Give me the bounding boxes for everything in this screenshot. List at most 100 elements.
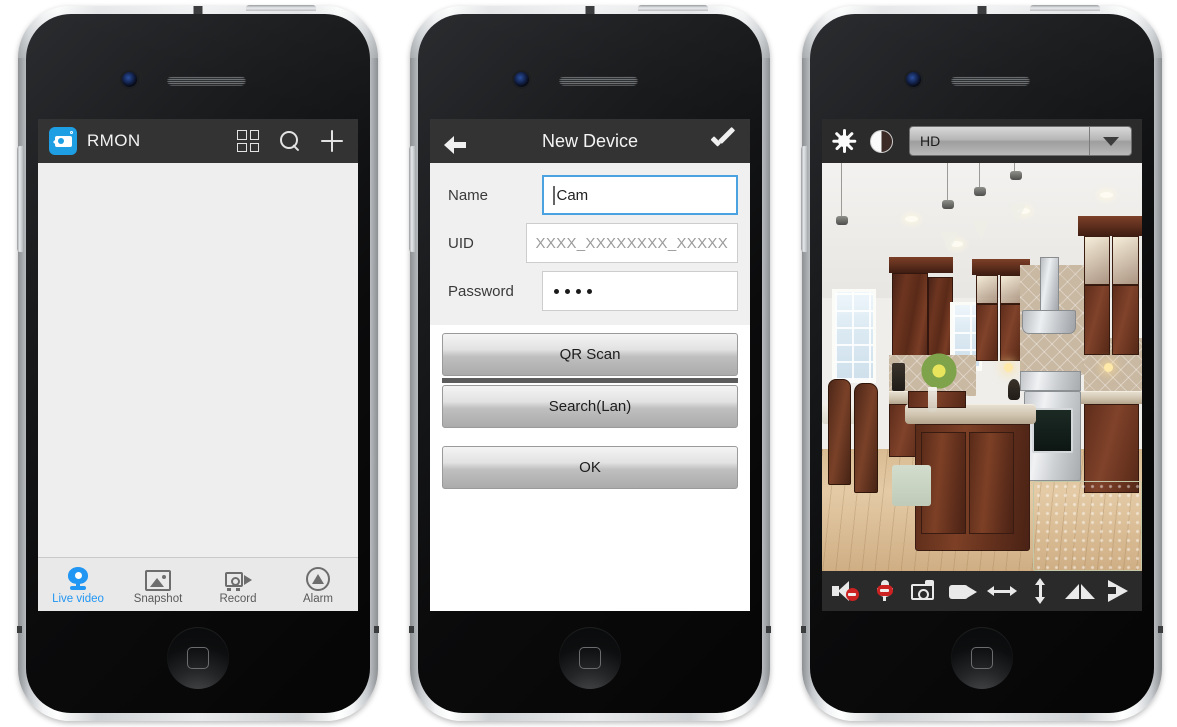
record-video-icon[interactable] xyxy=(948,578,978,604)
under-cabinet-light xyxy=(1103,362,1113,372)
phone-device-2: New Device Name Cam UID XXXX_XXXXXXXX_XX… xyxy=(409,5,771,721)
field-label-password: Password xyxy=(448,282,514,300)
live-camera-icon xyxy=(65,565,91,591)
front-camera xyxy=(514,72,529,87)
coffee-maker xyxy=(892,362,906,392)
play-arrow-icon[interactable] xyxy=(1104,578,1134,604)
phone-device-3: HD xyxy=(801,5,1163,721)
video-camera-icon xyxy=(224,565,252,591)
search-icon[interactable] xyxy=(279,130,301,152)
range-hood xyxy=(1022,309,1077,335)
pendant-cord xyxy=(978,163,980,188)
live-video-view[interactable] xyxy=(822,163,1142,571)
chevron-down-icon xyxy=(1089,127,1131,155)
text-caret xyxy=(553,185,555,205)
field-row-password: Password xyxy=(442,267,738,315)
volume-keys[interactable] xyxy=(17,146,23,252)
cooktop xyxy=(1020,371,1082,392)
upper-cabinet xyxy=(975,303,998,361)
uid-input-placeholder: XXXX_XXXXXXXX_XXXXX xyxy=(535,234,728,252)
pendant-cord xyxy=(841,163,843,217)
vase xyxy=(927,387,938,412)
power-key[interactable] xyxy=(1030,5,1100,11)
oven-window xyxy=(1031,407,1074,453)
tab-record[interactable]: Record xyxy=(198,558,278,611)
back-arrow-icon[interactable] xyxy=(444,131,468,154)
device-list-empty-area[interactable] xyxy=(38,163,358,557)
cabinet-crown-molding xyxy=(1078,216,1142,237)
qr-scan-button[interactable]: QR Scan xyxy=(442,333,738,376)
quality-select[interactable]: HD xyxy=(909,126,1132,156)
field-row-uid: UID XXXX_XXXXXXXX_XXXXX xyxy=(442,219,738,267)
name-input[interactable]: Cam xyxy=(542,175,738,215)
phone2-screen: New Device Name Cam UID XXXX_XXXXXXXX_XX… xyxy=(430,119,750,611)
new-device-form: Name Cam UID XXXX_XXXXXXXX_XXXXX Passwor… xyxy=(430,163,750,611)
brightness-sun-icon[interactable] xyxy=(832,129,857,153)
pendant-shade xyxy=(940,232,959,253)
antenna-line-left xyxy=(409,626,414,633)
pendant-shade xyxy=(1007,203,1026,224)
quality-select-value: HD xyxy=(920,133,941,149)
search-lan-button[interactable]: Search(Lan) xyxy=(442,385,738,428)
plus-icon[interactable] xyxy=(321,130,343,152)
cabinet-crown-molding xyxy=(889,256,954,274)
phone-face: HD xyxy=(810,14,1154,713)
tab-snapshot[interactable]: Snapshot xyxy=(118,558,198,611)
alarm-triangle-icon xyxy=(306,565,330,591)
pendant-head xyxy=(836,216,849,226)
decor-bowl xyxy=(1007,379,1021,400)
upper-cabinet xyxy=(1084,285,1110,355)
small-rug xyxy=(892,464,931,506)
checkmark-icon[interactable] xyxy=(710,131,736,151)
grid-icon[interactable] xyxy=(237,130,259,152)
field-row-name: Name Cam xyxy=(442,171,738,219)
tab-alarm[interactable]: Alarm xyxy=(278,558,358,611)
ok-button[interactable]: OK xyxy=(442,446,738,489)
home-button[interactable] xyxy=(951,627,1013,689)
pendant-head xyxy=(942,199,955,209)
volume-keys[interactable] xyxy=(409,146,415,252)
vertical-arrows-icon[interactable] xyxy=(1026,578,1056,604)
app-title: RMON xyxy=(87,131,141,150)
microphone-muted-icon[interactable] xyxy=(870,578,900,604)
header-actions xyxy=(237,130,347,152)
home-button[interactable] xyxy=(167,627,229,689)
snapshot-camera-icon[interactable] xyxy=(909,578,939,604)
power-key[interactable] xyxy=(638,5,708,11)
earpiece-speaker xyxy=(167,76,246,86)
phone-face: New Device Name Cam UID XXXX_XXXXXXXX_XX… xyxy=(418,14,762,713)
phone1-screen: RMON Live video Snapshot Record Alarm xyxy=(38,119,358,611)
form-actions: QR Scan Search(Lan) OK xyxy=(430,325,750,489)
tab-live-video[interactable]: Live video xyxy=(38,558,118,611)
phone-device-1: RMON Live video Snapshot Record Alarm xyxy=(17,5,379,721)
antenna-line-left xyxy=(17,626,22,633)
volume-keys[interactable] xyxy=(801,146,807,252)
pendant-shade xyxy=(972,220,991,241)
uid-input[interactable]: XXXX_XXXXXXXX_XXXXX xyxy=(525,223,738,263)
pendant-cord xyxy=(946,163,948,200)
tab-label-live-video: Live video xyxy=(52,592,104,605)
contrast-icon[interactable] xyxy=(870,129,893,153)
pendant-cord xyxy=(1014,163,1015,172)
glass-cabinet-door xyxy=(1084,236,1110,286)
upper-cabinet xyxy=(892,273,928,363)
video-control-bar xyxy=(822,571,1142,611)
pendant-head xyxy=(974,187,987,197)
glass-cabinet-door xyxy=(1111,236,1139,286)
front-camera xyxy=(122,72,137,87)
camera-logo-icon xyxy=(49,127,77,155)
antenna-line-left xyxy=(801,626,806,633)
speaker-muted-icon[interactable] xyxy=(831,578,861,604)
field-label-name: Name xyxy=(448,186,489,204)
screenshot-root: RMON Live video Snapshot Record Alarm Ne… xyxy=(0,0,1177,727)
flower-arrangement xyxy=(918,350,960,392)
left-window xyxy=(831,289,877,384)
password-input[interactable] xyxy=(542,271,738,311)
mirror-flip-icon[interactable] xyxy=(1064,578,1095,604)
horizontal-arrows-icon[interactable] xyxy=(986,578,1017,604)
upper-cabinet xyxy=(999,303,1022,361)
antenna-line-right xyxy=(766,626,771,633)
power-key[interactable] xyxy=(246,5,316,11)
home-button[interactable] xyxy=(559,627,621,689)
